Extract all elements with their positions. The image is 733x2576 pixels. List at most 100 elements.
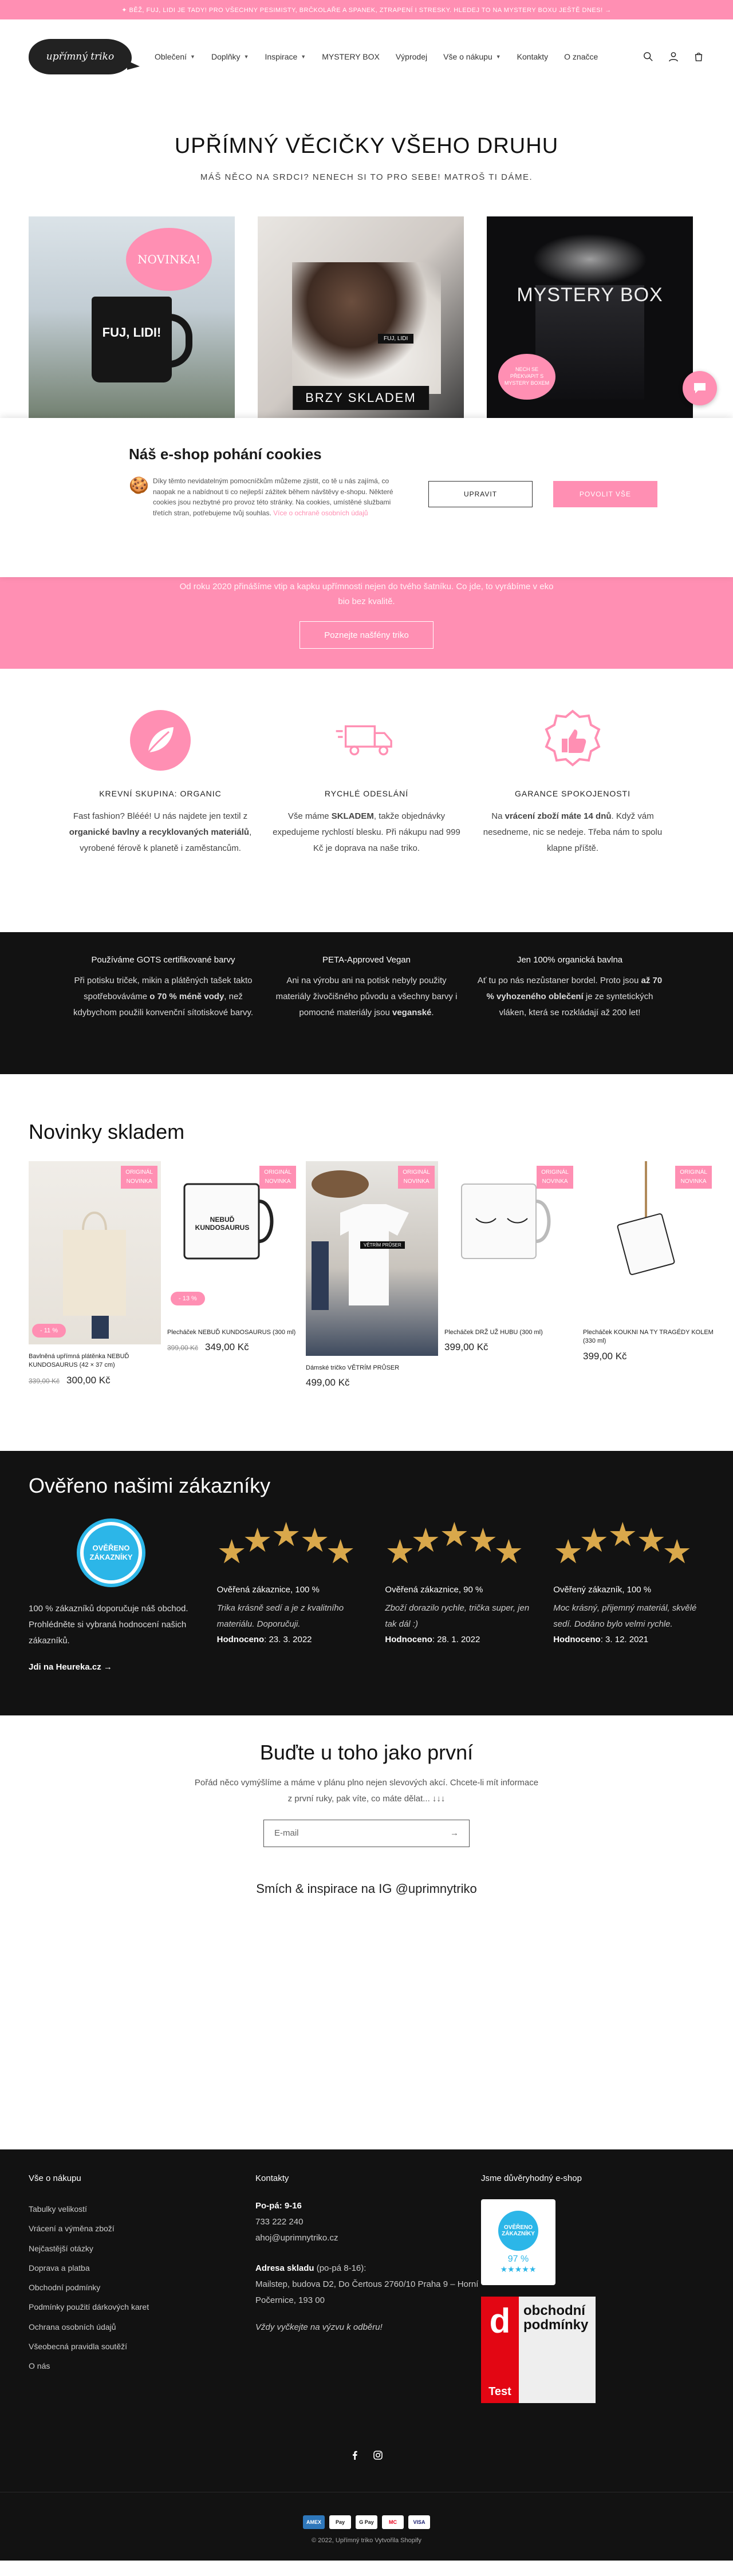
promo-card-new-mug[interactable]: FUJ, LIDI! NOVINKA!	[29, 216, 235, 423]
product-image[interactable]: ORIGINÁL NOVINKA	[444, 1161, 577, 1310]
footer-link[interactable]: Vrácení a výměna zboží	[29, 2219, 255, 2238]
cookie-accept-button[interactable]: POVOLIT VŠE	[553, 481, 657, 507]
search-icon[interactable]	[643, 51, 654, 62]
product-card[interactable]: ORIGINÁL NOVINKA Plecháček KOUKNI NA TY T…	[583, 1161, 715, 1388]
nav-label: Inspirace	[265, 52, 298, 61]
footer-link[interactable]: Obchodní podmínky	[29, 2278, 255, 2297]
star-icon: ★	[579, 1522, 609, 1559]
coming-soon-banner: BRZY SKLADEM	[293, 386, 429, 410]
payment-icons: AMEX Pay G Pay MC VISA	[0, 2515, 733, 2529]
footer-link[interactable]: Nejčastější otázky	[29, 2239, 255, 2258]
footer-link[interactable]: O nás	[29, 2356, 255, 2376]
announcement-bar[interactable]: ✦ BĚŽ, FUJ, LIDI JE TADY! PRO VŠECHNY PE…	[0, 0, 733, 19]
feature-title: KREVNÍ SKUPINA: ORGANIC	[99, 789, 222, 798]
privacy-link[interactable]: Více o ochraně osobních údajů	[273, 509, 368, 517]
nav-item-doplnky[interactable]: Doplňky ▼	[211, 52, 249, 61]
mug-print: NEBUĎ KUNDOSAURUS	[195, 1216, 250, 1232]
product-name[interactable]: Plecháček DRŽ UŽ HUBU (300 ml)	[444, 1328, 577, 1337]
product-card[interactable]: ORIGINÁL NOVINKA - 11 % Bavlněná upřímná …	[29, 1161, 161, 1388]
heureka-link[interactable]: Jdi na Heureka.cz →	[29, 1662, 112, 1672]
copyright: © 2022, Upřímný triko Vytvořila Shopify	[312, 2537, 421, 2544]
five-stars: ★ ★ ★ ★ ★	[385, 1518, 536, 1570]
footer-link[interactable]: Ochrana osobních údajů	[29, 2317, 255, 2337]
feature-title: RYCHLÉ ODESLÁNÍ	[324, 789, 409, 798]
product-image[interactable]: ORIGINÁL NOVINKA - 11 %	[29, 1161, 161, 1344]
features-section: KREVNÍ SKUPINA: ORGANIC Fast fashion? Bl…	[0, 669, 733, 932]
brand-button[interactable]: Poznejte našfény triko	[299, 621, 434, 649]
badge-line: ORIGINÁL	[125, 1169, 153, 1175]
nav-label: MYSTERY BOX	[322, 52, 380, 61]
nav-item-vyprodej[interactable]: Výprodej	[396, 52, 427, 61]
star-icon: ★	[608, 1516, 638, 1553]
nav-item-obleceni[interactable]: Oblečení ▼	[155, 52, 195, 61]
promo-card-coming-soon[interactable]: FUJ, LIDI BRZY SKLADEM	[258, 216, 464, 423]
tee-print: VĚTRÍM PRŮSER	[360, 1241, 405, 1249]
logo[interactable]: upřímný triko	[29, 39, 140, 74]
newsletter-text: Pořád něco vymýšlíme a máme v plánu plno…	[0, 1775, 733, 1807]
nav-label: Výprodej	[395, 52, 428, 61]
sale-badge: - 11 %	[32, 1324, 66, 1338]
footer-link[interactable]: Podmínky použití dárkových karet	[29, 2297, 255, 2317]
heureka-trust-badge[interactable]: OVĚŘENO ZÁKAZNÍKY 97 % ★★★★★	[481, 2199, 555, 2285]
hero-subtitle: MÁŠ NĚCO NA SRDCI? NENECH SI TO PRO SEBE…	[200, 172, 533, 182]
review-title: Ověřená zákaznice, 90 %	[385, 1585, 483, 1595]
product-name[interactable]: Bavlněná upřímná plátěnka NEBUĎ KUNDOSAU…	[29, 1352, 161, 1370]
product-image[interactable]: ORIGINÁL NOVINKA	[583, 1161, 715, 1310]
eco-title: PETA-Approved Vegan	[322, 955, 411, 965]
review-item: ★ ★ ★ ★ ★ Ověřená zákaznice, 90 % Zboží …	[385, 1518, 536, 1672]
product-name[interactable]: Plecháček KOUKNI NA TY TRAGÉDY KOLEM (33…	[583, 1328, 715, 1346]
brand-text-line1: Od roku 2020 přinášíme vtip a kapku upří…	[179, 582, 554, 591]
hero-section: UPŘÍMNÝ VĚCIČKY VŠEHO DRUHU MÁŠ NĚCO NA …	[0, 94, 733, 182]
nav-label: Doplňky	[211, 52, 241, 61]
current-price: 399,00 Kč	[583, 1350, 627, 1362]
facebook-icon[interactable]	[350, 2451, 360, 2463]
heureka-badge[interactable]: OVĚŘENO ZÁKAZNÍKY	[77, 1518, 145, 1587]
product-name[interactable]: Plecháček NEBUĎ KUNDOSAURUS (300 ml)	[167, 1328, 299, 1337]
arrow-right-icon[interactable]: →	[450, 1828, 459, 1838]
nav-item-o-znacce[interactable]: O značce	[564, 52, 598, 61]
product-card[interactable]: ORIGINÁL NOVINKA Plecháček DRŽ UŽ HUBU (3…	[444, 1161, 577, 1388]
instagram-heading[interactable]: Smích & inspirace na IG @uprimnytriko	[0, 1881, 733, 1896]
product-card[interactable]: VĚTRÍM PRŮSER ORIGINÁL NOVINKA Dámské tri…	[306, 1161, 438, 1388]
chat-icon[interactable]	[683, 371, 717, 405]
star-icon: ★	[439, 1516, 470, 1553]
feature-text-bold: SKLADEM	[331, 811, 374, 821]
current-price: 300,00 Kč	[66, 1374, 111, 1386]
product-badge: ORIGINÁL NOVINKA	[675, 1166, 712, 1189]
footer-link[interactable]: Doprava a platba	[29, 2258, 255, 2278]
dtest-logo: d Test	[481, 2297, 519, 2403]
badge-line: NOVINKA	[126, 1178, 152, 1185]
product-image[interactable]: VĚTRÍM PRŮSER ORIGINÁL NOVINKA	[306, 1161, 438, 1356]
product-card[interactable]: NEBUĎ KUNDOSAURUS ORIGINÁL NOVINKA - 13 %…	[167, 1161, 299, 1388]
review-date: Hodnoceno: 23. 3. 2022	[217, 1635, 368, 1644]
box-light	[533, 234, 647, 285]
site-footer: Vše o nákupu Tabulky velikostí Vrácení a…	[0, 2149, 733, 2492]
nav-item-mystery-box[interactable]: MYSTERY BOX	[322, 52, 380, 61]
footer-link[interactable]: Všeobecná pravidla soutěží	[29, 2337, 255, 2356]
nav-item-kontakty[interactable]: Kontakty	[517, 52, 548, 61]
review-quote: Zboží dorazilo rychle, trička super, jen…	[385, 1603, 530, 1629]
instagram-section: Smích & inspirace na IG @uprimnytriko	[0, 1881, 733, 2149]
product-name[interactable]: Dámské tričko VĚTRÍM PRŮSER	[306, 1364, 438, 1372]
eco-item-gots: Používáme GOTS certifikované barvy Při p…	[69, 955, 258, 1074]
cart-icon[interactable]	[693, 51, 704, 62]
amex-icon: AMEX	[303, 2515, 325, 2529]
newsletter-line: Pořád něco vymýšlíme a máme v plánu plno…	[194, 1778, 539, 1788]
email-field[interactable]: E-mail →	[263, 1819, 470, 1847]
instagram-icon[interactable]	[373, 2451, 383, 2463]
eco-text: Ani na výrobu ani na potisk nebyly použi…	[272, 973, 461, 1020]
account-icon[interactable]	[668, 51, 679, 62]
newsletter-section: Buďte u toho jako první Pořád něco vymýš…	[0, 1715, 733, 1881]
dtest-badge[interactable]: d Test obchodní podmínky	[481, 2297, 596, 2403]
product-image[interactable]: NEBUĎ KUNDOSAURUS ORIGINÁL NOVINKA - 13 %	[167, 1161, 299, 1310]
contact-phone[interactable]: 733 222 240	[255, 2217, 303, 2227]
chevron-down-icon: ▼	[495, 54, 501, 60]
promo-card-mystery-box[interactable]: MYSTERY BOX NECH SE PŘEKVAPIT S MYSTERY …	[487, 216, 693, 423]
nav-item-inspirace[interactable]: Inspirace ▼	[265, 52, 306, 61]
contact-email[interactable]: ahoj@uprimnytriko.cz	[255, 2233, 338, 2243]
chevron-down-icon: ▼	[243, 54, 249, 60]
nav-item-vse-o-nakupu[interactable]: Vše o nákupu ▼	[443, 52, 501, 61]
eco-text-bold: veganské	[392, 1007, 432, 1017]
cookie-settings-button[interactable]: UPRAVIT	[428, 481, 533, 507]
footer-link[interactable]: Tabulky velikostí	[29, 2199, 255, 2219]
